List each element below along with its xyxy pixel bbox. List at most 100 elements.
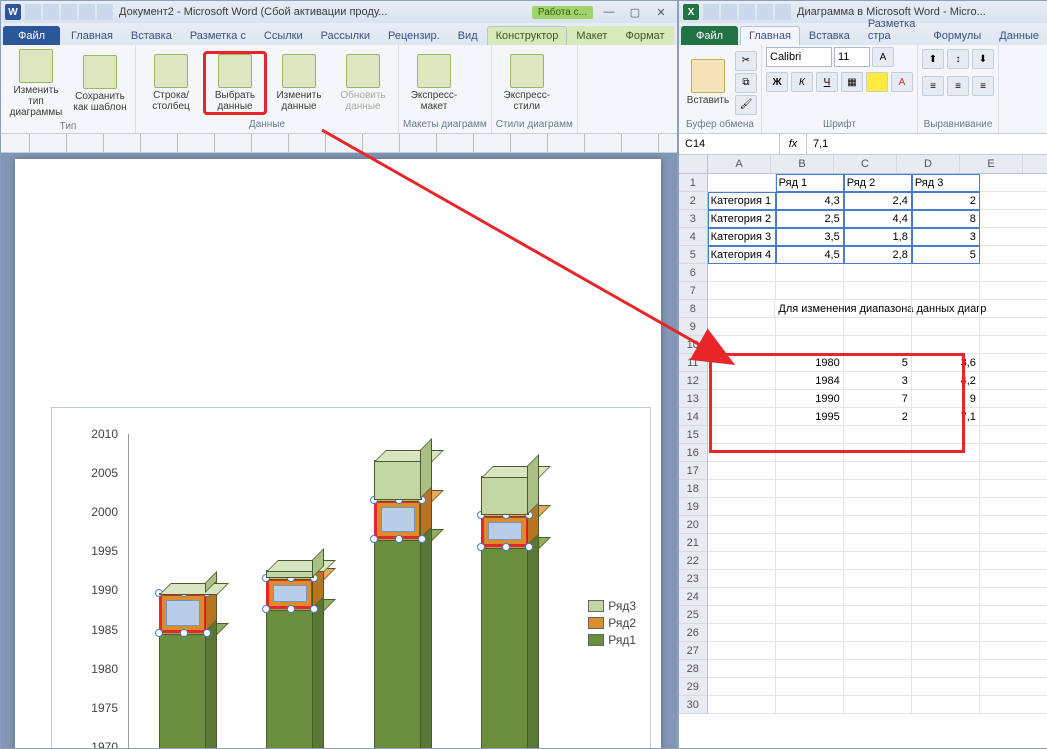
cell[interactable] bbox=[708, 696, 776, 714]
cell[interactable] bbox=[708, 318, 776, 336]
cell[interactable] bbox=[980, 354, 1047, 372]
cell[interactable] bbox=[708, 570, 776, 588]
row-header[interactable]: 9 bbox=[679, 318, 708, 336]
cell[interactable] bbox=[912, 642, 980, 660]
align-top-button[interactable]: ⬆ bbox=[922, 49, 944, 69]
align-center-button[interactable]: ≡ bbox=[947, 76, 969, 96]
cell[interactable] bbox=[912, 462, 980, 480]
cell[interactable]: 5 bbox=[844, 354, 912, 372]
cell[interactable] bbox=[844, 498, 912, 516]
cell[interactable] bbox=[708, 264, 776, 282]
cell[interactable] bbox=[980, 210, 1047, 228]
row-header[interactable]: 28 bbox=[679, 660, 708, 678]
cell[interactable] bbox=[980, 696, 1047, 714]
cell[interactable] bbox=[912, 660, 980, 678]
cell[interactable] bbox=[708, 606, 776, 624]
cell[interactable] bbox=[912, 552, 980, 570]
cell[interactable] bbox=[708, 534, 776, 552]
cell[interactable]: Ряд 3 bbox=[912, 174, 980, 192]
fill-color-button[interactable] bbox=[866, 72, 888, 92]
cell[interactable] bbox=[912, 498, 980, 516]
cell[interactable] bbox=[980, 408, 1047, 426]
cell[interactable]: Категория 4 bbox=[708, 246, 776, 264]
cell[interactable] bbox=[708, 462, 776, 480]
cell[interactable] bbox=[980, 300, 1047, 318]
cell[interactable]: 4,3 bbox=[776, 192, 844, 210]
excel-tab-formulas[interactable]: Формулы bbox=[924, 26, 990, 45]
cell[interactable] bbox=[912, 678, 980, 696]
cell[interactable] bbox=[844, 516, 912, 534]
cell[interactable] bbox=[708, 282, 776, 300]
cell[interactable] bbox=[980, 336, 1047, 354]
cell[interactable]: 5 bbox=[912, 246, 980, 264]
format-painter-button[interactable]: 🖌 bbox=[735, 95, 757, 115]
row-header[interactable]: 7 bbox=[679, 282, 708, 300]
cell[interactable] bbox=[708, 480, 776, 498]
tab-references[interactable]: Ссылки bbox=[255, 26, 312, 45]
cell[interactable]: 1995 bbox=[776, 408, 844, 426]
cell[interactable] bbox=[980, 606, 1047, 624]
cell[interactable] bbox=[776, 462, 844, 480]
grow-font-button[interactable]: A bbox=[872, 47, 894, 67]
switch-row-col-button[interactable]: Строка/столбец bbox=[140, 52, 202, 114]
tab-maket[interactable]: Макет bbox=[567, 26, 616, 45]
row-header[interactable]: 12 bbox=[679, 372, 708, 390]
row-header[interactable]: 23 bbox=[679, 570, 708, 588]
cell[interactable] bbox=[844, 318, 912, 336]
border-button[interactable]: ▦ bbox=[841, 72, 863, 92]
cell[interactable] bbox=[980, 660, 1047, 678]
cell[interactable] bbox=[776, 282, 844, 300]
row-header[interactable]: 5 bbox=[679, 246, 708, 264]
cell[interactable] bbox=[708, 552, 776, 570]
row-header[interactable]: 25 bbox=[679, 606, 708, 624]
cell[interactable] bbox=[776, 498, 844, 516]
fx-icon[interactable]: fx bbox=[780, 134, 807, 154]
font-color-button[interactable]: A bbox=[891, 72, 913, 92]
cell[interactable] bbox=[708, 390, 776, 408]
excel-tab-file[interactable]: Файл bbox=[681, 26, 738, 45]
close-icon[interactable]: ✕ bbox=[649, 4, 673, 20]
cell[interactable] bbox=[776, 318, 844, 336]
row-header[interactable]: 20 bbox=[679, 516, 708, 534]
cell[interactable] bbox=[776, 624, 844, 642]
row-header[interactable]: 21 bbox=[679, 534, 708, 552]
quick-access-toolbar[interactable] bbox=[25, 4, 113, 20]
row-header[interactable]: 1 bbox=[679, 174, 708, 192]
cell[interactable] bbox=[844, 552, 912, 570]
cell[interactable] bbox=[912, 534, 980, 552]
tab-file[interactable]: Файл bbox=[3, 26, 60, 45]
cell[interactable]: 4,2 bbox=[912, 372, 980, 390]
cell[interactable] bbox=[776, 336, 844, 354]
cell[interactable]: 2,5 bbox=[776, 210, 844, 228]
cell[interactable] bbox=[776, 588, 844, 606]
cell[interactable]: 1980 bbox=[776, 354, 844, 372]
row-header[interactable]: 11 bbox=[679, 354, 708, 372]
excel-tab-insert[interactable]: Вставка bbox=[800, 26, 859, 45]
row-header[interactable]: 29 bbox=[679, 678, 708, 696]
express-styles-button[interactable]: Экспресс-стили bbox=[496, 52, 558, 114]
cut-button[interactable]: ✂ bbox=[735, 51, 757, 71]
formula-value[interactable]: 7,1 bbox=[807, 134, 1047, 154]
cell[interactable] bbox=[844, 642, 912, 660]
document-area[interactable]: 1965197019751980198519901995200020052010… bbox=[1, 153, 677, 748]
cell[interactable] bbox=[708, 336, 776, 354]
bold-button[interactable]: Ж bbox=[766, 72, 788, 92]
save-template-button[interactable]: Сохранить как шаблон bbox=[69, 53, 131, 115]
cell[interactable] bbox=[708, 426, 776, 444]
select-data-button[interactable]: Выбрать данные bbox=[204, 52, 266, 114]
cell[interactable]: Категория 1 bbox=[708, 192, 776, 210]
cell[interactable] bbox=[980, 462, 1047, 480]
row-header[interactable]: 30 bbox=[679, 696, 708, 714]
cell[interactable] bbox=[776, 606, 844, 624]
cell[interactable] bbox=[912, 264, 980, 282]
cell[interactable] bbox=[776, 534, 844, 552]
cell[interactable] bbox=[912, 282, 980, 300]
cell[interactable] bbox=[980, 264, 1047, 282]
cell[interactable]: 4,5 bbox=[776, 246, 844, 264]
cell[interactable]: 2 bbox=[844, 408, 912, 426]
tab-constructor[interactable]: Конструктор bbox=[487, 26, 568, 45]
cell[interactable]: 2,8 bbox=[844, 246, 912, 264]
maximize-icon[interactable]: ▢ bbox=[623, 4, 647, 20]
cell[interactable] bbox=[980, 318, 1047, 336]
row-header[interactable]: 19 bbox=[679, 498, 708, 516]
